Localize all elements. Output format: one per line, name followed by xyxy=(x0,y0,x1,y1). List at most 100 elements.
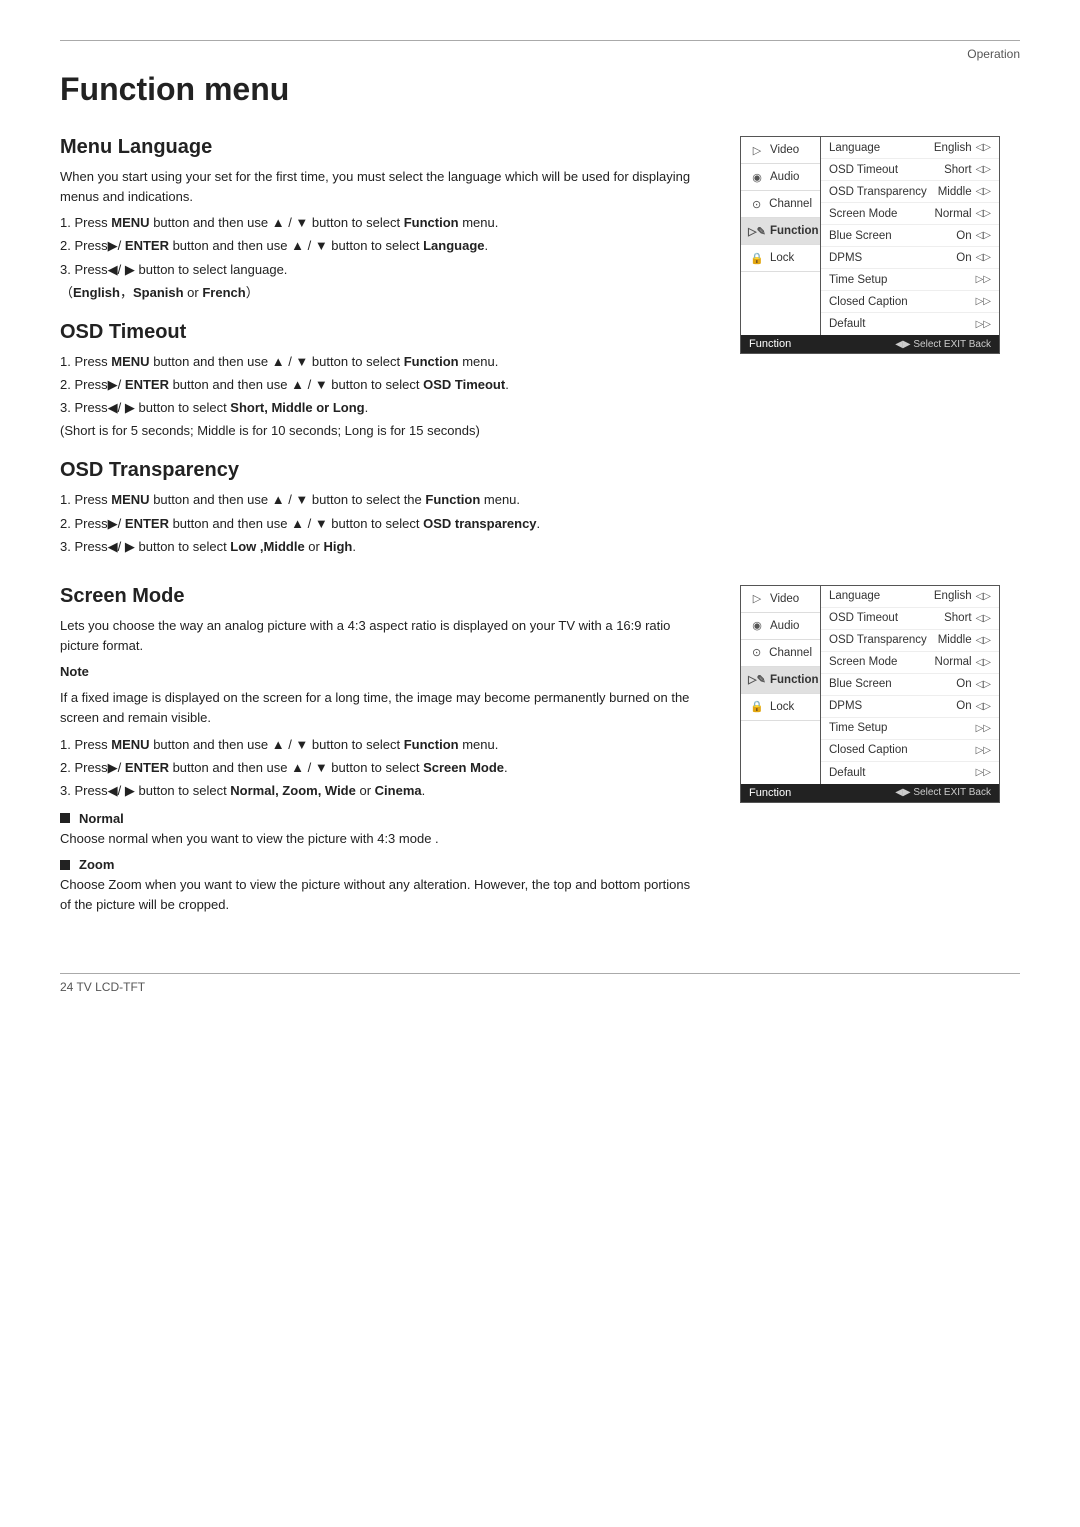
channel-icon-1: ⊙ xyxy=(749,196,764,212)
channel-icon-2: ⊙ xyxy=(749,645,764,661)
black-square-zoom xyxy=(60,860,70,870)
menu-arrow-blue-screen-2: ◁▷ xyxy=(976,679,991,690)
menu-label-screen-mode-2: Screen Mode xyxy=(829,656,935,668)
menu-row-screen-mode-1: Screen Mode Normal ◁▷ xyxy=(821,203,999,225)
menu-value-screen-mode-1: Normal xyxy=(935,208,972,220)
menu-label-dpms-1: DPMS xyxy=(829,252,956,264)
menu-footer-label-2: Function xyxy=(749,787,791,799)
sub-section-zoom: Zoom Choose Zoom when you want to view t… xyxy=(60,857,700,915)
sidebar-item-lock-1: 🔒 Lock xyxy=(741,245,820,272)
menu-language-step1: 1. Press MENU button and then use ▲ / ▼ … xyxy=(60,213,700,233)
menu-value-osd-timeout-1: Short xyxy=(944,164,972,176)
sub-section-normal-body: Choose normal when you want to view the … xyxy=(60,829,700,849)
menu-row-closed-caption-1: Closed Caption ▷▷ xyxy=(821,291,999,313)
menu-footer-label-1: Function xyxy=(749,338,791,350)
menu-arrow-dpms-1: ◁▷ xyxy=(976,252,991,263)
menu-language-intro: When you start using your set for the fi… xyxy=(60,167,700,207)
menu-value-screen-mode-2: Normal xyxy=(935,656,972,668)
sidebar-video-label-1: Video xyxy=(770,144,799,156)
osd-timeout-step2: 2. Press▶/ ENTER button and then use ▲ /… xyxy=(60,375,700,395)
osd-transparency-step3: 3. Press◀/ ▶ button to select Low ,Middl… xyxy=(60,537,700,557)
sub-section-normal: Normal Choose normal when you want to vi… xyxy=(60,811,700,849)
menu-row-closed-caption-2: Closed Caption ▷▷ xyxy=(821,740,999,762)
audio-icon-1: ◉ xyxy=(749,169,765,185)
sidebar-lock-label-2: Lock xyxy=(770,701,794,713)
left-column-bottom: Screen Mode Lets you choose the way an a… xyxy=(60,585,700,934)
menu-arrow-language-2: ◁▷ xyxy=(976,591,991,602)
menu-arrow-osd-timeout-1: ◁▷ xyxy=(976,164,991,175)
sidebar-item-audio-1: ◉ Audio xyxy=(741,164,820,191)
footer-label: 24 TV LCD-TFT xyxy=(60,980,145,994)
menu-tri-closed-caption-1: ▷▷ xyxy=(976,296,991,307)
sidebar-item-video-1: ▷ Video xyxy=(741,137,820,164)
menu-footer-hints-1: ◀▶ Select EXIT Back xyxy=(895,339,991,350)
menu-tri-time-setup-1: ▷▷ xyxy=(976,274,991,285)
top-layout: Menu Language When you start using your … xyxy=(60,136,1020,575)
section-osd-transparency: OSD Transparency 1. Press MENU button an… xyxy=(60,459,700,556)
menu-value-osd-transparency-1: Middle xyxy=(938,186,972,198)
menu-box-2: ▷ Video ◉ Audio ⊙ Channel ▷✎ Function xyxy=(740,585,1020,823)
menu-row-language-2: Language English ◁▷ xyxy=(821,586,999,608)
sidebar-item-function-2: ▷✎ Function xyxy=(741,667,820,694)
menu-row-screen-mode-2: Screen Mode Normal ◁▷ xyxy=(821,652,999,674)
menu-label-dpms-2: DPMS xyxy=(829,700,956,712)
screen-mode-step2: 2. Press▶/ ENTER button and then use ▲ /… xyxy=(60,758,700,778)
sidebar-audio-label-2: Audio xyxy=(770,620,799,632)
menu-label-osd-timeout-1: OSD Timeout xyxy=(829,164,944,176)
menu-value-dpms-1: On xyxy=(956,252,971,264)
menu-row-default-2: Default ▷▷ xyxy=(821,762,999,784)
menu-label-screen-mode-1: Screen Mode xyxy=(829,208,935,220)
video-icon-1: ▷ xyxy=(749,142,765,158)
sub-section-zoom-body: Choose Zoom when you want to view the pi… xyxy=(60,875,700,915)
menu-content-1: Language English ◁▷ OSD Timeout Short ◁▷… xyxy=(821,137,999,335)
menu-label-language-2: Language xyxy=(829,590,934,602)
menu-label-time-setup-1: Time Setup xyxy=(829,274,972,286)
sidebar-item-audio-2: ◉ Audio xyxy=(741,613,820,640)
menu-footer-2: Function ◀▶ Select EXIT Back xyxy=(741,784,999,802)
menu-arrow-dpms-2: ◁▷ xyxy=(976,701,991,712)
menu-footer-1: Function ◀▶ Select EXIT Back xyxy=(741,335,999,353)
menu-value-osd-transparency-2: Middle xyxy=(938,634,972,646)
bottom-layout: Screen Mode Lets you choose the way an a… xyxy=(60,585,1020,934)
menu-box-1-inner: ▷ Video ◉ Audio ⊙ Channel ▷✎ Function xyxy=(741,137,999,335)
menu-row-dpms-1: DPMS On ◁▷ xyxy=(821,247,999,269)
sidebar-function-label-2: Function xyxy=(770,674,819,686)
header-section: Operation xyxy=(60,40,1020,61)
sidebar-item-channel-1: ⊙ Channel xyxy=(741,191,820,218)
menu-label-blue-screen-1: Blue Screen xyxy=(829,230,956,242)
menu-arrow-blue-screen-1: ◁▷ xyxy=(976,230,991,241)
sub-section-title-zoom: Zoom xyxy=(60,857,700,872)
function-icon-1: ▷✎ xyxy=(749,223,765,239)
lock-icon-1: 🔒 xyxy=(749,250,765,266)
menu-row-osd-transparency-1: OSD Transparency Middle ◁▷ xyxy=(821,181,999,203)
menu-language-step4: （English，Spanish or French） xyxy=(60,283,700,303)
menu-arrow-screen-mode-2: ◁▷ xyxy=(976,657,991,668)
menu-row-language-1: Language English ◁▷ xyxy=(821,137,999,159)
black-square-normal xyxy=(60,813,70,823)
menu-tri-default-2: ▷▷ xyxy=(976,767,991,778)
screen-mode-intro: Lets you choose the way an analog pictur… xyxy=(60,616,700,656)
sidebar-item-video-2: ▷ Video xyxy=(741,586,820,613)
menu-label-osd-transparency-1: OSD Transparency xyxy=(829,186,938,198)
sidebar-channel-label-1: Channel xyxy=(769,198,812,210)
menu-arrow-osd-timeout-2: ◁▷ xyxy=(976,613,991,624)
menu-value-language-1: English xyxy=(934,142,972,154)
menu-tri-time-setup-2: ▷▷ xyxy=(976,723,991,734)
menu-language-step2: 2. Press▶/ ENTER button and then use ▲ /… xyxy=(60,236,700,256)
screen-mode-step1: 1. Press MENU button and then use ▲ / ▼ … xyxy=(60,735,700,755)
menu-value-language-2: English xyxy=(934,590,972,602)
osd-transparency-step2: 2. Press▶/ ENTER button and then use ▲ /… xyxy=(60,514,700,534)
sidebar-video-label-2: Video xyxy=(770,593,799,605)
menu-box-2-inner: ▷ Video ◉ Audio ⊙ Channel ▷✎ Function xyxy=(741,586,999,784)
screen-mode-note-label: Note xyxy=(60,662,700,682)
menu-arrow-screen-mode-1: ◁▷ xyxy=(976,208,991,219)
menu-row-time-setup-1: Time Setup ▷▷ xyxy=(821,269,999,291)
sidebar-lock-label-1: Lock xyxy=(770,252,794,264)
screen-mode-note: If a fixed image is displayed on the scr… xyxy=(60,688,700,728)
menu-label-default-1: Default xyxy=(829,318,972,330)
menu-sidebar-1: ▷ Video ◉ Audio ⊙ Channel ▷✎ Function xyxy=(741,137,821,335)
function-icon-2: ▷✎ xyxy=(749,672,765,688)
menu-arrow-osd-transparency-2: ◁▷ xyxy=(976,635,991,646)
menu-tri-closed-caption-2: ▷▷ xyxy=(976,745,991,756)
sidebar-item-function-1: ▷✎ Function xyxy=(741,218,820,245)
